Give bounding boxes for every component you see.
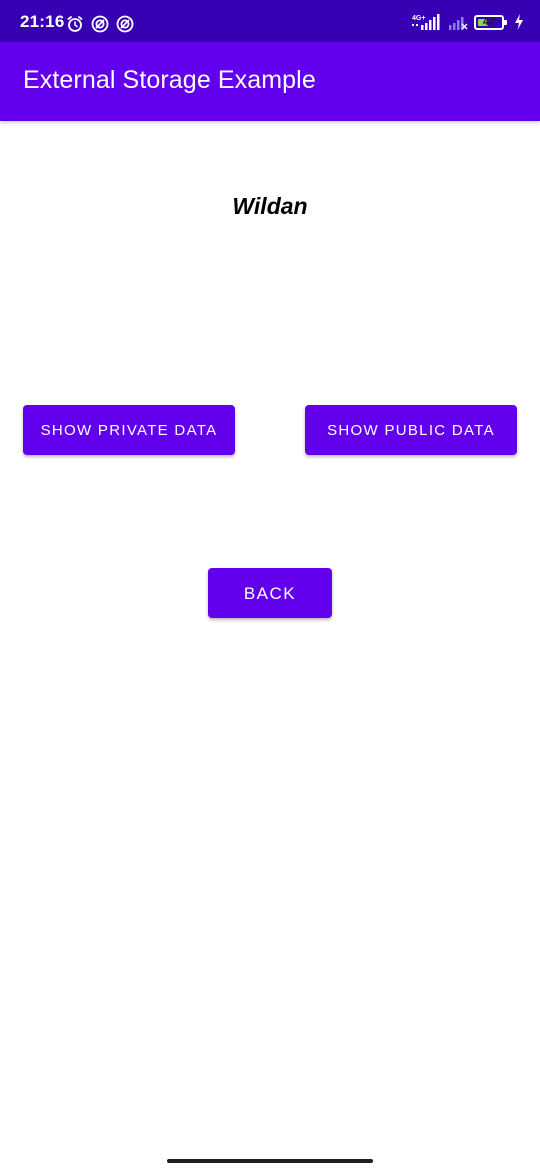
battery-icon: 47 — [474, 14, 507, 30]
home-indicator[interactable] — [167, 1159, 373, 1163]
status-time: 21:16 — [20, 12, 65, 31]
app-bar: External Storage Example — [0, 42, 540, 121]
battery-level: 47 — [482, 15, 496, 28]
back-button[interactable]: BACK — [208, 568, 332, 618]
show-public-data-button[interactable]: SHOW PUBLIC DATA — [305, 405, 517, 455]
notification-icon — [116, 15, 134, 33]
signal-icon: 4G+ — [412, 13, 442, 31]
signal-weak-icon — [448, 13, 468, 31]
app-title: External Storage Example — [23, 66, 316, 94]
status-icons-left — [66, 15, 134, 33]
status-icons-right: 4G+ 47 — [412, 13, 524, 31]
show-private-data-button[interactable]: SHOW PRIVATE DATA — [23, 405, 235, 455]
app-screen: 21:16 4G+ 47 External Storage Example Wi… — [0, 0, 540, 1170]
battery-cap — [504, 19, 507, 25]
status-bar: 21:16 4G+ 47 — [0, 0, 540, 42]
network-type-label: 4G+ — [412, 15, 425, 22]
name-text: Wildan — [232, 193, 308, 219]
charging-icon — [514, 14, 524, 30]
alarm-icon — [66, 15, 84, 33]
notification-icon — [91, 15, 109, 33]
